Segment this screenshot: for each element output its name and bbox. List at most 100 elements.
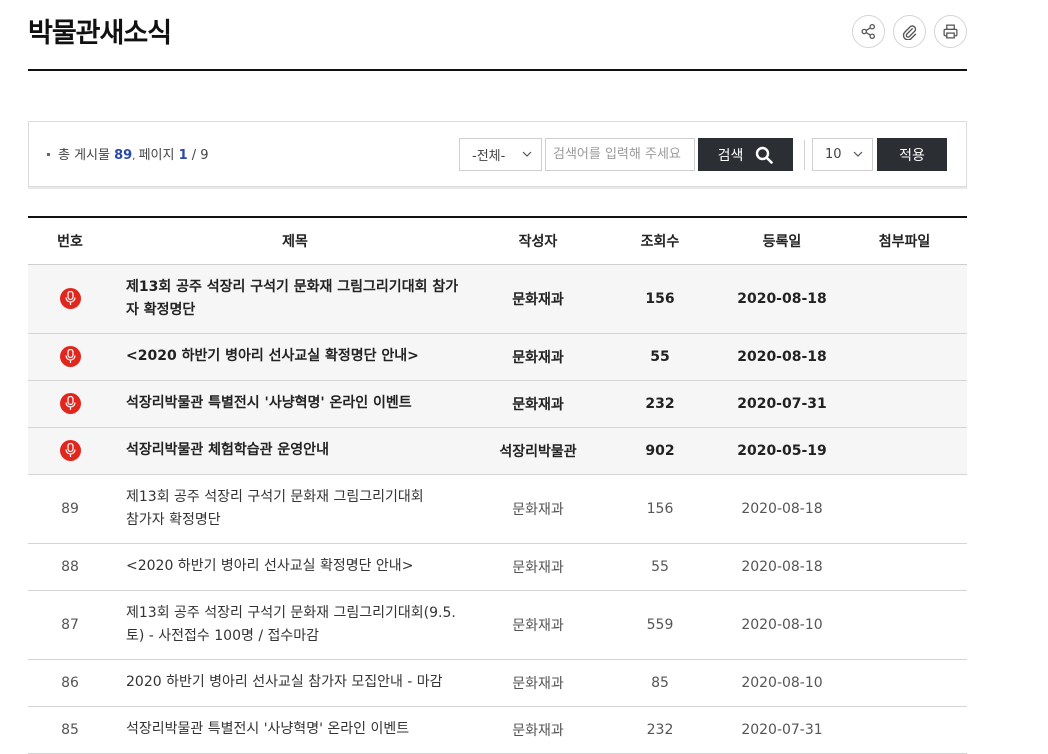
title-link[interactable]: <2020 하반기 병아리 선사교실 확정명단 안내> bbox=[112, 543, 478, 591]
header-tools bbox=[852, 15, 967, 48]
page-size-select[interactable]: 10 bbox=[812, 138, 873, 171]
title-line: 자 확정명단 bbox=[126, 301, 196, 318]
column-header-date: 등록일 bbox=[722, 217, 842, 265]
table-header-row: 번호 제목 작성자 조회수 등록일 첨부파일 bbox=[28, 217, 967, 265]
search-bar: 총 게시물 89, 페이지 1 / 9 -전체- 검색 10 적용 bbox=[28, 121, 967, 187]
table-row[interactable]: 86 2020 하반기 병아리 선사교실 참가자 모집안내 - 마감 문화재과 … bbox=[28, 659, 967, 707]
attachment-cell bbox=[842, 264, 967, 334]
search-button-label: 검색 bbox=[717, 147, 744, 164]
title-line: 토) - 사전접수 100명 / 접수마감 bbox=[126, 627, 320, 644]
notice-title-link[interactable]: 제13회 공주 석장리 구석기 문화재 그림그리기대회 참가 자 확정명단 bbox=[112, 264, 478, 334]
views-cell: 559 bbox=[598, 590, 722, 660]
table-row[interactable]: 87 제13회 공주 석장리 구석기 문화재 그림그리기대회(9.5. 토) - … bbox=[28, 590, 967, 660]
column-header-title: 제목 bbox=[112, 217, 478, 265]
views-cell: 232 bbox=[598, 706, 722, 754]
attachment-cell bbox=[842, 427, 967, 475]
title-link[interactable]: 석장리박물관 특별전시 '사냥혁명' 온라인 이벤트 bbox=[112, 706, 478, 754]
search-input[interactable] bbox=[545, 138, 695, 171]
title-link[interactable]: 제13회 공주 석장리 구석기 문화재 그림그리기대회(9.5. 토) - 사전접… bbox=[112, 590, 478, 660]
column-header-views: 조회수 bbox=[598, 217, 722, 265]
number-cell: 87 bbox=[28, 590, 112, 660]
title-link[interactable]: 2020 하반기 병아리 선사교실 참가자 모집안내 - 마감 bbox=[112, 659, 478, 707]
notice-title-link[interactable]: <2020 하반기 병아리 선사교실 확정명단 안내> bbox=[112, 333, 478, 381]
number-cell: 88 bbox=[28, 543, 112, 591]
table-row[interactable]: 88 <2020 하반기 병아리 선사교실 확정명단 안내> 문화재과 55 2… bbox=[28, 543, 967, 591]
author-cell: 문화재과 bbox=[478, 333, 598, 381]
author-cell: 문화재과 bbox=[478, 590, 598, 660]
page-size-selected: 10 bbox=[825, 147, 842, 162]
attachment-cell bbox=[842, 659, 967, 707]
total-pages: / 9 bbox=[191, 148, 209, 163]
author-cell: 문화재과 bbox=[478, 659, 598, 707]
share-button[interactable] bbox=[852, 15, 885, 48]
number-cell: 89 bbox=[28, 474, 112, 544]
notice-badge bbox=[28, 427, 112, 475]
bullet-icon bbox=[47, 152, 50, 156]
date-cell: 2020-07-31 bbox=[722, 380, 842, 428]
notice-row[interactable]: 석장리박물관 특별전시 '사냥혁명' 온라인 이벤트 문화재과 232 2020… bbox=[28, 380, 967, 428]
attach-button[interactable] bbox=[893, 15, 926, 48]
category-selected: -전체- bbox=[472, 149, 506, 164]
share-icon bbox=[861, 23, 875, 40]
author-cell: 문화재과 bbox=[478, 264, 598, 334]
views-cell: 55 bbox=[598, 543, 722, 591]
print-button[interactable] bbox=[934, 15, 967, 48]
category-select[interactable]: -전체- bbox=[459, 138, 542, 171]
notice-icon bbox=[59, 346, 81, 367]
current-page: 1 bbox=[178, 148, 188, 163]
notice-badge bbox=[28, 333, 112, 381]
title-link[interactable]: 제13회 공주 석장리 구석기 문화재 그림그리기대회참가자 확정명단 bbox=[112, 474, 478, 544]
search-button[interactable]: 검색 bbox=[698, 138, 793, 171]
author-cell: 문화재과 bbox=[478, 706, 598, 754]
author-cell: 문화재과 bbox=[478, 543, 598, 591]
attachment-cell bbox=[842, 333, 967, 381]
views-cell: 55 bbox=[598, 333, 722, 381]
total-count: 89 bbox=[114, 148, 133, 163]
table-row[interactable]: 89 제13회 공주 석장리 구석기 문화재 그림그리기대회참가자 확정명단 문… bbox=[28, 474, 967, 544]
date-cell: 2020-07-31 bbox=[722, 706, 842, 754]
title-line: 제13회 공주 석장리 구석기 문화재 그림그리기대회 bbox=[126, 488, 424, 505]
notice-title-link[interactable]: 석장리박물관 체험학습관 운영안내 bbox=[112, 427, 478, 475]
number-cell: 86 bbox=[28, 659, 112, 707]
views-cell: 85 bbox=[598, 659, 722, 707]
date-cell: 2020-08-18 bbox=[722, 333, 842, 381]
notice-badge bbox=[28, 380, 112, 428]
total-label: 총 게시물 bbox=[58, 148, 110, 163]
notice-row[interactable]: 석장리박물관 체험학습관 운영안내 석장리박물관 902 2020-05-19 bbox=[28, 427, 967, 475]
page-header: 박물관새소식 bbox=[28, 0, 967, 71]
date-cell: 2020-08-18 bbox=[722, 264, 842, 334]
attachment-cell bbox=[842, 543, 967, 591]
apply-button[interactable]: 적용 bbox=[877, 138, 947, 171]
views-cell: 156 bbox=[598, 474, 722, 544]
column-header-attachment: 첨부파일 bbox=[842, 217, 967, 265]
chevron-down-icon bbox=[853, 151, 863, 157]
date-cell: 2020-08-10 bbox=[722, 659, 842, 707]
divider bbox=[804, 140, 805, 170]
author-cell: 석장리박물관 bbox=[478, 427, 598, 475]
attachment-cell bbox=[842, 380, 967, 428]
attachment-cell bbox=[842, 590, 967, 660]
date-cell: 2020-05-19 bbox=[722, 427, 842, 475]
notice-icon bbox=[59, 440, 81, 461]
table-row[interactable]: 85 석장리박물관 특별전시 '사냥혁명' 온라인 이벤트 문화재과 232 2… bbox=[28, 706, 967, 754]
title-line: 참가자 확정명단 bbox=[126, 511, 221, 528]
notice-row[interactable]: <2020 하반기 병아리 선사교실 확정명단 안내> 문화재과 55 2020… bbox=[28, 333, 967, 381]
views-cell: 232 bbox=[598, 380, 722, 428]
attachment-cell bbox=[842, 474, 967, 544]
search-icon bbox=[756, 146, 774, 164]
notice-icon bbox=[59, 393, 81, 414]
date-cell: 2020-08-18 bbox=[722, 543, 842, 591]
page-title: 박물관새소식 bbox=[28, 18, 172, 49]
column-header-number: 번호 bbox=[28, 217, 112, 265]
notice-title-link[interactable]: 석장리박물관 특별전시 '사냥혁명' 온라인 이벤트 bbox=[112, 380, 478, 428]
post-count-info: 총 게시물 89, 페이지 1 / 9 bbox=[47, 144, 209, 163]
attach-icon bbox=[902, 25, 917, 40]
notice-badge bbox=[28, 264, 112, 334]
author-cell: 문화재과 bbox=[478, 474, 598, 544]
date-cell: 2020-08-10 bbox=[722, 590, 842, 660]
chevron-down-icon bbox=[522, 151, 532, 157]
date-cell: 2020-08-18 bbox=[722, 474, 842, 544]
notice-row[interactable]: 제13회 공주 석장리 구석기 문화재 그림그리기대회 참가 자 확정명단 문화재… bbox=[28, 264, 967, 334]
board-table: 번호 제목 작성자 조회수 등록일 첨부파일 제13회 공주 석장리 구석기 문… bbox=[28, 216, 967, 754]
page: 박물관새소식 총 게시물 89, 페이지 1 / 9 -전체- 검색어를 입력해… bbox=[28, 0, 967, 754]
